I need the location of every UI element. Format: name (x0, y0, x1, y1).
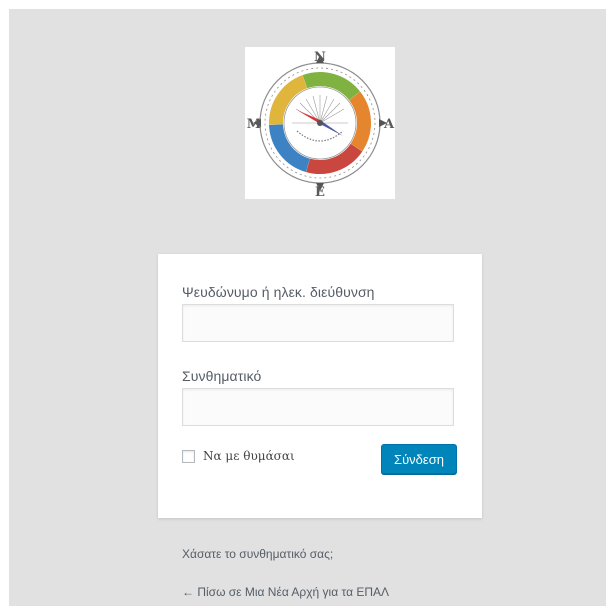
logo-letter-east: A (383, 117, 395, 132)
logo-letter-north: N (314, 50, 326, 65)
remember-me-label[interactable]: Να με θυμάσαι (203, 449, 295, 463)
login-form: Ψευδώνυμο ή ηλεκ. διεύθυνση Συνθηματικό … (158, 254, 482, 518)
logo-letter-west: M (247, 117, 261, 132)
compass-logo-icon: N A E M (247, 50, 395, 199)
username-input[interactable] (182, 304, 454, 342)
remember-me[interactable]: Να με θυμάσαι (182, 448, 295, 464)
back-to-site-link[interactable]: ← Πίσω σε Μια Νέα Αρχή για τα ΕΠΑΛ (182, 585, 389, 599)
username-label: Ψευδώνυμο ή ηλεκ. διεύθυνση (182, 284, 375, 300)
login-submit-button[interactable]: Σύνδεση (381, 444, 457, 474)
site-logo[interactable]: N A E M (245, 47, 395, 199)
logo-letter-south: E (315, 185, 325, 199)
password-input[interactable] (182, 388, 454, 426)
remember-me-checkbox[interactable] (182, 449, 195, 463)
password-label: Συνθηματικό (182, 368, 262, 384)
lost-password-link[interactable]: Χάσατε το συνθηματικό σας; (182, 547, 333, 561)
